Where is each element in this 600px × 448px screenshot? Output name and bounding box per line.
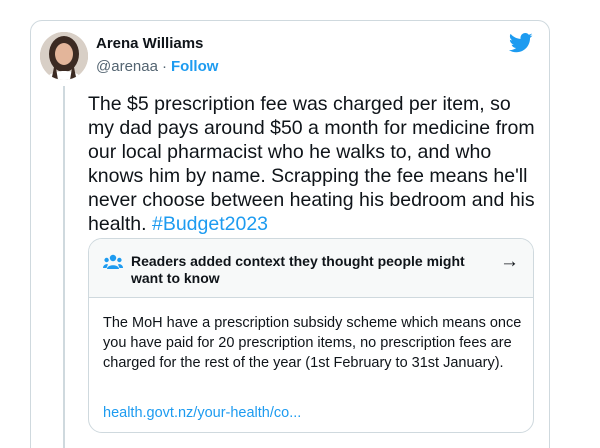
- arrow-right-icon[interactable]: →: [500, 251, 519, 273]
- author-handle[interactable]: @arenaa: [96, 58, 158, 75]
- community-note-header[interactable]: Readers added context they thought peopl…: [89, 239, 533, 298]
- avatar[interactable]: [40, 32, 88, 80]
- tweet-text: The $5 prescription fee was charged per …: [88, 92, 538, 236]
- community-note-title: Readers added context they thought peopl…: [131, 253, 465, 286]
- people-icon: [103, 254, 123, 269]
- thread-line: [63, 86, 65, 448]
- separator-dot: ·: [161, 58, 167, 75]
- handle-row: @arenaa · Follow: [96, 58, 218, 75]
- community-note[interactable]: Readers added context they thought peopl…: [88, 238, 534, 433]
- community-note-body: The MoH have a prescription subsidy sche…: [103, 315, 522, 371]
- author-name[interactable]: Arena Williams: [96, 35, 203, 52]
- community-note-link[interactable]: health.govt.nz/your-health/co...: [103, 405, 301, 421]
- follow-button[interactable]: Follow: [171, 58, 219, 75]
- hashtag-link[interactable]: #Budget2023: [152, 213, 268, 235]
- twitter-bird-icon[interactable]: [509, 33, 533, 53]
